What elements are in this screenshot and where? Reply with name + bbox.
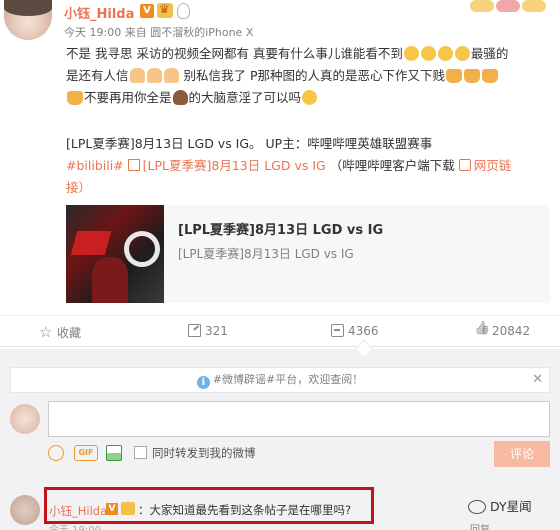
forward-checkbox[interactable]: [134, 446, 147, 459]
smile-emoji-icon: [302, 90, 318, 105]
video-card-subtitle: [LPL夏季赛]8月13日 LGD vs IG: [178, 247, 354, 261]
comment-icon: [331, 324, 344, 337]
thumbs-up-emoji-icon: [129, 68, 145, 83]
poop-emoji-icon: [172, 90, 188, 105]
thumbs-down-emoji-icon: [67, 91, 83, 105]
share-text: [LPL夏季赛]8月13日 LGD vs IG。 UP主：哔哩哔哩英雄联盟赛事 …: [66, 133, 550, 199]
video-link[interactable]: [LPL夏季赛]8月13日 LGD vs IG: [127, 158, 326, 173]
watermark-text: DY星闻: [490, 499, 532, 514]
vip-crown-icon: [157, 2, 173, 18]
forward-label[interactable]: 同时转发到我的微博: [152, 445, 256, 461]
rumor-notice[interactable]: i #微博辟谣#平台，欢迎查阅！ ✕: [10, 367, 550, 393]
team-logo-lgd: [70, 231, 112, 255]
comment-text: ：大家知道最先看到这条帖子是在哪里吗?: [138, 503, 352, 517]
wechat-logo-icon: [468, 500, 486, 514]
thumbs-up-icon: [475, 324, 488, 337]
author-avatar[interactable]: [4, 0, 52, 40]
thumbs-down-emoji-icon: [464, 69, 481, 83]
repost-button[interactable]: 321: [188, 324, 228, 338]
star-icon: [39, 323, 53, 341]
notice-text: #微博辟谣#平台，欢迎查阅！: [212, 373, 364, 386]
favorite-label: 收藏: [57, 326, 82, 340]
thumbnail-figure: [92, 257, 128, 303]
author-name[interactable]: 小钰_Hilda: [64, 3, 134, 22]
smile-emoji-icon: [420, 46, 436, 61]
commenter-name[interactable]: 小钰_Hilda: [49, 503, 107, 519]
video-link-text: [LPL夏季赛]8月13日 LGD vs IG: [142, 158, 326, 173]
post-text-segment: 的大脑意淫了可以吗: [188, 90, 302, 105]
video-thumbnail[interactable]: [66, 205, 164, 303]
like-count: 20842: [492, 324, 531, 338]
comment-input[interactable]: [48, 401, 550, 437]
smile-emoji-icon: [454, 46, 470, 61]
hashtag-link[interactable]: #bilibili#: [66, 158, 124, 173]
video-card[interactable]: [LPL夏季赛]8月13日 LGD vs IG [LPL夏季赛]8月13日 LG…: [66, 205, 550, 303]
thumbs-up-emoji-icon: [146, 68, 162, 83]
post-header: 小钰_Hilda V 今天 19:00 来自 圆不溜秋的iPhone X: [0, 0, 560, 40]
team-logo-ig: [124, 231, 160, 267]
post-text-segment: 别私信我了 P那种图的人真的是恶心下作又下贱: [179, 68, 446, 83]
thumbs-down-emoji-icon: [482, 69, 499, 83]
repost-count: 321: [205, 324, 228, 338]
smile-emoji-icon: [403, 46, 419, 61]
share-title-text: [LPL夏季赛]8月13日 LGD vs IG。 UP主：哔哩哔哩英雄联盟赛事: [66, 136, 433, 151]
close-icon[interactable]: ✕: [532, 368, 543, 392]
smile-emoji-icon: [437, 46, 453, 61]
comment-time: 今天 19:00: [49, 521, 101, 530]
web-link-icon: [458, 159, 471, 171]
web-link-text: 网页链: [473, 158, 512, 173]
comment-button[interactable]: 4366: [331, 324, 379, 338]
submit-comment-button[interactable]: 评论: [494, 441, 550, 467]
web-link-text-cont[interactable]: 接）: [66, 180, 91, 195]
post-text-segment: 最骚的: [470, 46, 509, 61]
comment-count: 4366: [348, 324, 379, 338]
image-upload-icon[interactable]: [106, 445, 122, 461]
medal-icon: [177, 3, 190, 19]
decoration-banner: [470, 0, 560, 14]
reply-button[interactable]: 回复: [470, 521, 490, 530]
thumbs-down-emoji-icon: [446, 69, 463, 83]
web-link[interactable]: 网页链: [458, 158, 512, 173]
verified-badge-icon: V: [140, 4, 154, 18]
video-link-icon: [127, 159, 140, 171]
current-user-avatar: [10, 404, 40, 434]
thumbs-up-emoji-icon: [163, 68, 179, 83]
like-button[interactable]: 20842: [475, 324, 530, 338]
commenter-avatar[interactable]: [10, 495, 40, 525]
action-bar: 收藏 321 4366 20842: [0, 315, 560, 347]
post-text-segment: 不要再用你全是: [84, 90, 172, 105]
video-card-title[interactable]: [LPL夏季赛]8月13日 LGD vs IG: [178, 219, 383, 238]
gif-picker-icon[interactable]: GIF: [74, 445, 98, 461]
vip-crown-icon: [121, 502, 135, 515]
post-text-segment: 是还有人信: [66, 68, 129, 83]
emoji-picker-icon[interactable]: [48, 445, 64, 461]
verified-badge-icon: V: [106, 503, 118, 515]
post-text: 不是 我寻思 采访的视频全网都有 真要有什么事儿谁能看不到 最骚的 是还有人信 别…: [66, 43, 550, 109]
client-download-text: （哔哩哔哩客户端下载: [329, 158, 455, 173]
favorite-button[interactable]: 收藏: [39, 323, 82, 341]
post-meta: 今天 19:00 来自 圆不溜秋的iPhone X: [64, 26, 254, 39]
source-watermark: DY星闻: [468, 496, 532, 516]
repost-icon: [188, 324, 201, 337]
info-icon: i: [196, 376, 210, 389]
post-text-segment: 不是 我寻思 采访的视频全网都有 真要有什么事儿谁能看不到: [66, 46, 403, 61]
